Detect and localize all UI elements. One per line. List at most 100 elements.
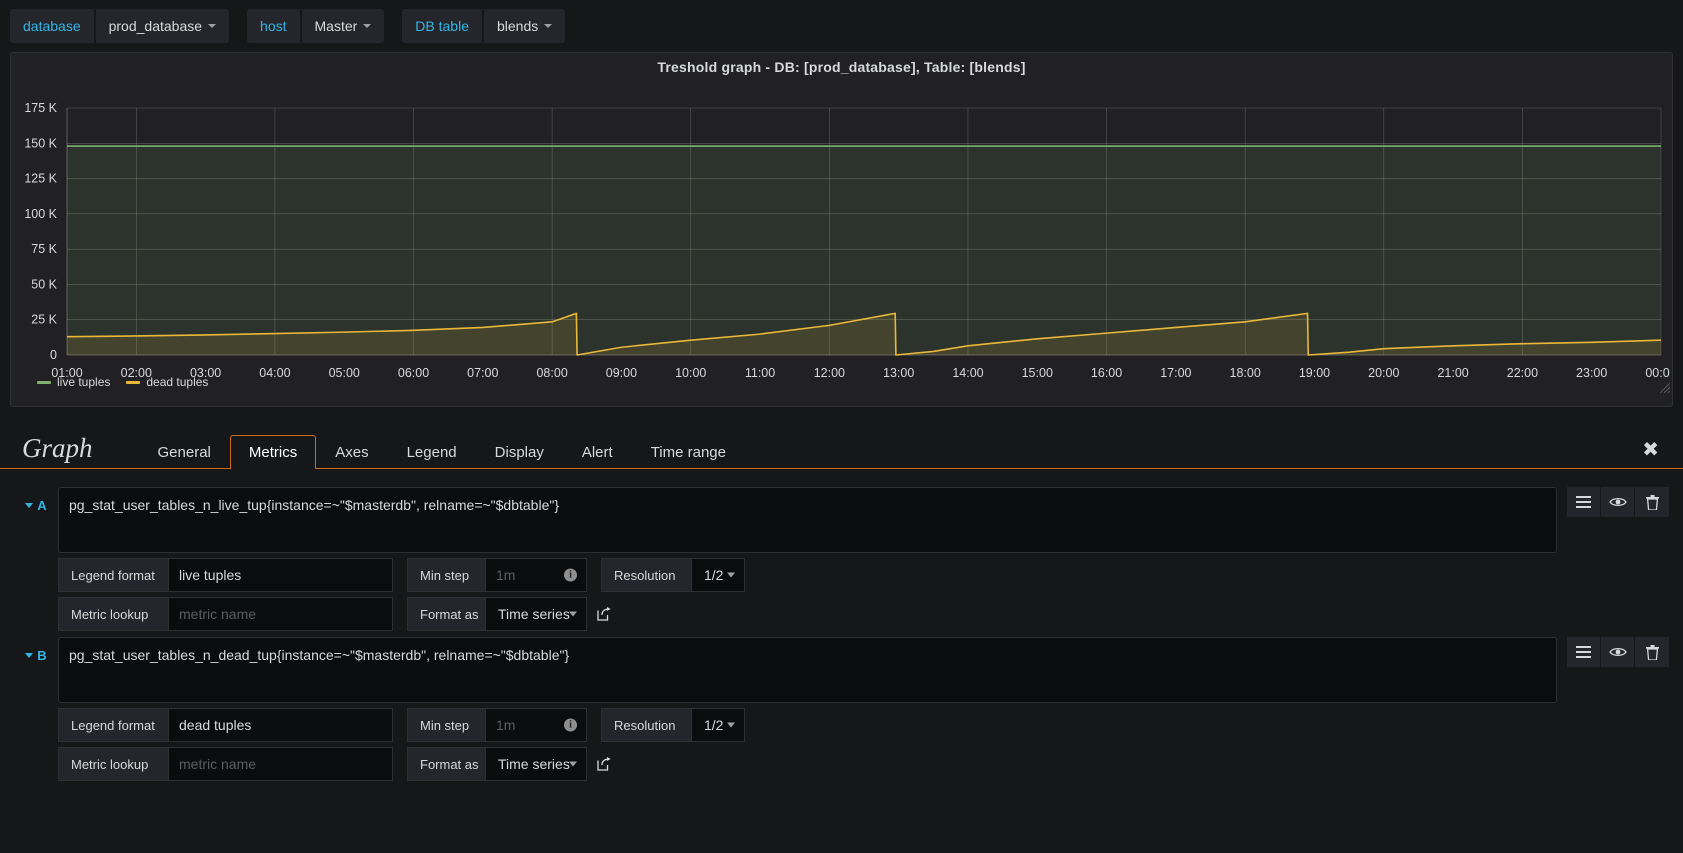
graph-panel: Treshold graph - DB: [prod_database], Ta… xyxy=(10,52,1673,407)
tab-time-range[interactable]: Time range xyxy=(632,435,745,469)
query-b-actions xyxy=(1567,637,1669,667)
query-a-legend-format-input[interactable] xyxy=(168,558,393,592)
min-step-label: Min step xyxy=(407,708,485,742)
query-a-options-row-2: Metric lookup Format as Time series xyxy=(58,597,1669,631)
legend-label-live-tuples: live tuples xyxy=(57,375,111,389)
spacer xyxy=(587,558,601,592)
remove-query-button[interactable] xyxy=(1635,637,1669,667)
svg-text:19:00: 19:00 xyxy=(1299,366,1330,380)
query-b-metric-lookup-input[interactable] xyxy=(168,747,393,781)
close-icon[interactable]: ✖ xyxy=(1642,440,1659,460)
tab-legend[interactable]: Legend xyxy=(388,435,476,469)
hamburger-menu-icon xyxy=(1576,646,1591,658)
svg-text:21:00: 21:00 xyxy=(1437,366,1468,380)
query-a-format-as-select[interactable]: Time series xyxy=(485,597,587,631)
query-a-actions xyxy=(1567,487,1669,517)
spacer xyxy=(393,747,407,781)
info-icon[interactable]: i xyxy=(564,718,577,732)
tab-axes[interactable]: Axes xyxy=(316,435,387,469)
row-filler xyxy=(745,708,1669,742)
eye-icon xyxy=(1608,497,1627,507)
var-label-host[interactable]: host xyxy=(247,9,300,43)
svg-text:04:00: 04:00 xyxy=(259,366,290,380)
query-a-options-row-1: Legend format Min step i Resolution 1/2 xyxy=(58,558,1669,592)
tab-metrics[interactable]: Metrics xyxy=(229,435,317,469)
plot-area[interactable]: 0 25 K 50 K 75 K 100 K 125 K 150 K 175 K 01:00 02… xyxy=(11,75,1672,395)
legend-item-live-tuples[interactable]: live tuples xyxy=(37,375,110,389)
svg-text:16:00: 16:00 xyxy=(1091,366,1122,380)
svg-text:23:00: 23:00 xyxy=(1576,366,1607,380)
legend-label-dead-tuples: dead tuples xyxy=(146,375,209,389)
svg-text:10:00: 10:00 xyxy=(675,366,706,380)
var-value-database[interactable]: prod_database xyxy=(95,9,230,43)
row-filler xyxy=(621,747,1669,781)
var-value-database-text: prod_database xyxy=(108,18,203,34)
query-a-metric-lookup-input[interactable] xyxy=(168,597,393,631)
legend-format-label: Legend format xyxy=(58,558,168,592)
chart-legend: live tuples dead tuples xyxy=(37,375,208,389)
query-a-ref-toggle[interactable]: A xyxy=(14,487,58,517)
svg-text:07:00: 07:00 xyxy=(467,366,498,380)
remove-query-button[interactable] xyxy=(1635,487,1669,517)
query-a-external-link-button[interactable] xyxy=(587,597,621,631)
svg-text:22:00: 22:00 xyxy=(1507,366,1538,380)
toggle-query-visibility-button[interactable] xyxy=(1601,637,1635,667)
svg-text:18:00: 18:00 xyxy=(1230,366,1261,380)
query-b-options-row-1: Legend format Min step i Resolution 1/2 xyxy=(58,708,1669,742)
var-label-dbtable[interactable]: DB table xyxy=(402,9,482,43)
resize-grip-icon[interactable] xyxy=(1660,383,1670,393)
query-options-button[interactable] xyxy=(1567,637,1601,667)
svg-text:17:00: 17:00 xyxy=(1160,366,1191,380)
spacer xyxy=(587,708,601,742)
metric-lookup-label: Metric lookup xyxy=(58,747,168,781)
query-b-expression-input[interactable] xyxy=(58,637,1557,703)
svg-text:14:00: 14:00 xyxy=(952,366,983,380)
trash-icon xyxy=(1645,494,1659,510)
chart-svg[interactable]: 025 K50 K75 K100 K125 K150 K175 K01:00 02… xyxy=(11,75,1670,395)
format-as-label: Format as xyxy=(407,747,485,781)
query-b-header: B xyxy=(14,637,1669,703)
chevron-down-icon xyxy=(363,24,372,28)
query-row-b: B pg_stat_user_tables_n_dead_tup{instanc… xyxy=(14,637,1669,781)
var-value-host[interactable]: Master xyxy=(301,9,385,43)
external-link-icon xyxy=(597,607,611,621)
svg-text:100 K: 100 K xyxy=(24,207,57,221)
chevron-down-icon xyxy=(569,611,577,617)
svg-text:0: 0 xyxy=(50,348,57,362)
query-b-legend-format-input[interactable] xyxy=(168,708,393,742)
query-a-expression-input[interactable] xyxy=(58,487,1557,553)
min-step-label: Min step xyxy=(407,558,485,592)
template-var-host: host Master xyxy=(247,9,385,43)
chevron-down-icon xyxy=(727,572,735,578)
var-label-database[interactable]: database xyxy=(10,9,94,43)
svg-text:13:00: 13:00 xyxy=(883,366,914,380)
var-value-dbtable-text: blends xyxy=(497,18,539,34)
info-icon[interactable]: i xyxy=(564,568,577,582)
svg-text:08:00: 08:00 xyxy=(536,366,567,380)
tab-general[interactable]: General xyxy=(139,435,230,469)
query-a-min-step-wrap: i xyxy=(485,558,587,592)
legend-item-dead-tuples[interactable]: dead tuples xyxy=(126,375,208,389)
panel-editor: Graph General Metrics Axes Legend Displa… xyxy=(0,417,1683,781)
svg-text:06:00: 06:00 xyxy=(398,366,429,380)
query-b-external-link-button[interactable] xyxy=(587,747,621,781)
query-options-button[interactable] xyxy=(1567,487,1601,517)
format-as-label: Format as xyxy=(407,597,485,631)
toggle-query-visibility-button[interactable] xyxy=(1601,487,1635,517)
template-var-database: database prod_database xyxy=(10,9,230,43)
query-b-ref-toggle[interactable]: B xyxy=(14,637,58,667)
trash-icon xyxy=(1645,644,1659,660)
query-a-resolution-select[interactable]: 1/2 xyxy=(691,558,745,592)
var-value-dbtable[interactable]: blends xyxy=(484,9,566,43)
query-b-resolution-select[interactable]: 1/2 xyxy=(691,708,745,742)
query-row-a: A pg_stat_user_tables_n_live_tup{instanc… xyxy=(14,487,1669,631)
resolution-label: Resolution xyxy=(601,558,691,592)
svg-text:20:00: 20:00 xyxy=(1368,366,1399,380)
var-value-host-text: Master xyxy=(314,18,358,34)
hamburger-menu-icon xyxy=(1576,496,1591,508)
tab-display[interactable]: Display xyxy=(476,435,563,469)
tab-alert[interactable]: Alert xyxy=(563,435,632,469)
query-b-format-as-select[interactable]: Time series xyxy=(485,747,587,781)
query-b-min-step-wrap: i xyxy=(485,708,587,742)
svg-text:125 K: 125 K xyxy=(24,172,57,186)
